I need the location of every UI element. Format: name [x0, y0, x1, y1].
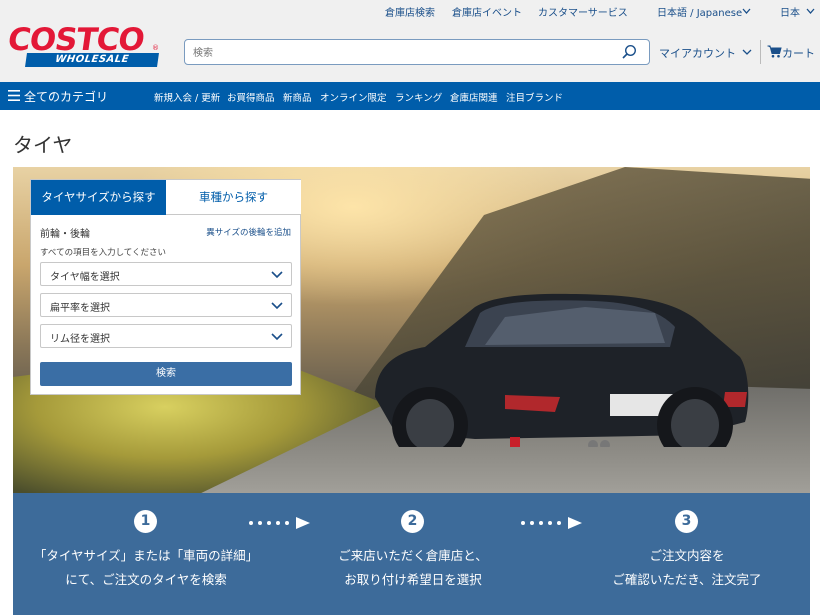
select-label: 扁平率を選択 [50, 303, 110, 314]
tire-finder-panel: タイヤサイズから探す 車種から探す 前輪・後輪 異サイズの後輪を追加 すべての項… [30, 179, 301, 395]
front-rear-label: 前輪・後輪 [40, 229, 90, 240]
registered-mark: ® [152, 44, 159, 52]
step-line: ご確認いただき、注文完了 [612, 572, 762, 587]
language-selector[interactable]: 日本語 / Japanese [657, 4, 742, 19]
step-number: 2 [401, 510, 424, 533]
hamburger-icon [8, 90, 20, 101]
search-input[interactable] [193, 44, 613, 62]
nav-brands[interactable]: 注目ブランド [506, 90, 563, 104]
nav-deals[interactable]: お買得商品 [227, 90, 275, 104]
nav-online-only[interactable]: オンライン限定 [320, 90, 387, 104]
step-text: 「タイヤサイズ」または「車両の詳細」 にて、ご注文のタイヤを検索 [26, 544, 266, 592]
select-label: リム径を選択 [50, 334, 110, 345]
tire-width-select[interactable]: タイヤ幅を選択 [40, 262, 292, 286]
my-account-link[interactable]: マイアカウント [659, 45, 736, 61]
tab-search-by-vehicle[interactable]: 車種から探す [166, 180, 301, 215]
step-text: ご注文内容を ご確認いただき、注文完了 [567, 544, 807, 592]
select-label: タイヤ幅を選択 [50, 272, 120, 283]
header: 倉庫店検索 倉庫店イベント カスタマーサービス 日本語 / Japanese 日… [0, 0, 820, 82]
logo-subtitle: WHOLESALE [25, 53, 159, 67]
chevron-down-icon [271, 333, 283, 341]
step-line: お取り付け希望日を選択 [344, 572, 482, 587]
nav-warehouse[interactable]: 倉庫店関連 [450, 90, 498, 104]
step-number: 1 [134, 510, 157, 533]
cart-icon [767, 45, 782, 58]
tire-search-button[interactable]: 検索 [40, 362, 292, 386]
chevron-down-icon [271, 302, 283, 310]
logo-wordmark: COSTCO [5, 22, 147, 58]
step-line: ご注文内容を [649, 548, 725, 563]
required-hint: すべての項目を入力してください [40, 248, 167, 258]
costco-logo[interactable]: COSTCO WHOLESALE ® [5, 22, 159, 68]
nav-new-items[interactable]: 新商品 [283, 90, 312, 104]
aspect-ratio-select[interactable]: 扁平率を選択 [40, 293, 292, 317]
arrow-right-icon [521, 517, 582, 529]
search-bar [184, 39, 650, 65]
chevron-down-icon [806, 8, 815, 14]
country-selector[interactable]: 日本 [780, 4, 800, 19]
nav-ranking[interactable]: ランキング [395, 90, 442, 104]
step-line: 「タイヤサイズ」または「車両の詳細」 [33, 548, 259, 563]
customer-service-link[interactable]: カスタマーサービス [538, 4, 628, 19]
header-divider [760, 40, 761, 64]
order-steps: 1 「タイヤサイズ」または「車両の詳細」 にて、ご注文のタイヤを検索 2 ご来店… [13, 493, 810, 615]
all-categories-label: 全てのカテゴリ [24, 90, 109, 104]
chevron-down-icon [742, 8, 751, 14]
cart-label: カート [782, 47, 815, 60]
add-rear-size-link[interactable]: 異サイズの後輪を追加 [206, 226, 291, 238]
warehouse-events-link[interactable]: 倉庫店イベント [452, 4, 522, 19]
chevron-down-icon [742, 49, 752, 55]
page-title: タイヤ [13, 133, 73, 157]
step-line: ご来店いただく倉庫店と、 [338, 548, 488, 563]
category-nav: 全てのカテゴリ 新規入会 / 更新 お買得商品 新商品 オンライン限定 ランキン… [0, 82, 820, 110]
step-number: 3 [675, 510, 698, 533]
chevron-down-icon [271, 271, 283, 279]
step-text: ご来店いただく倉庫店と、 お取り付け希望日を選択 [293, 544, 533, 592]
warehouse-locator-link[interactable]: 倉庫店検索 [385, 4, 435, 19]
arrow-right-icon [249, 517, 310, 529]
nav-membership[interactable]: 新規入会 / 更新 [154, 90, 220, 104]
step-line: にて、ご注文のタイヤを検索 [65, 572, 227, 587]
cart-button[interactable]: カート [767, 44, 819, 60]
tab-search-by-size[interactable]: タイヤサイズから探す [31, 180, 166, 215]
car-image [375, 293, 749, 447]
rim-diameter-select[interactable]: リム径を選択 [40, 324, 292, 348]
search-icon[interactable] [621, 44, 637, 60]
